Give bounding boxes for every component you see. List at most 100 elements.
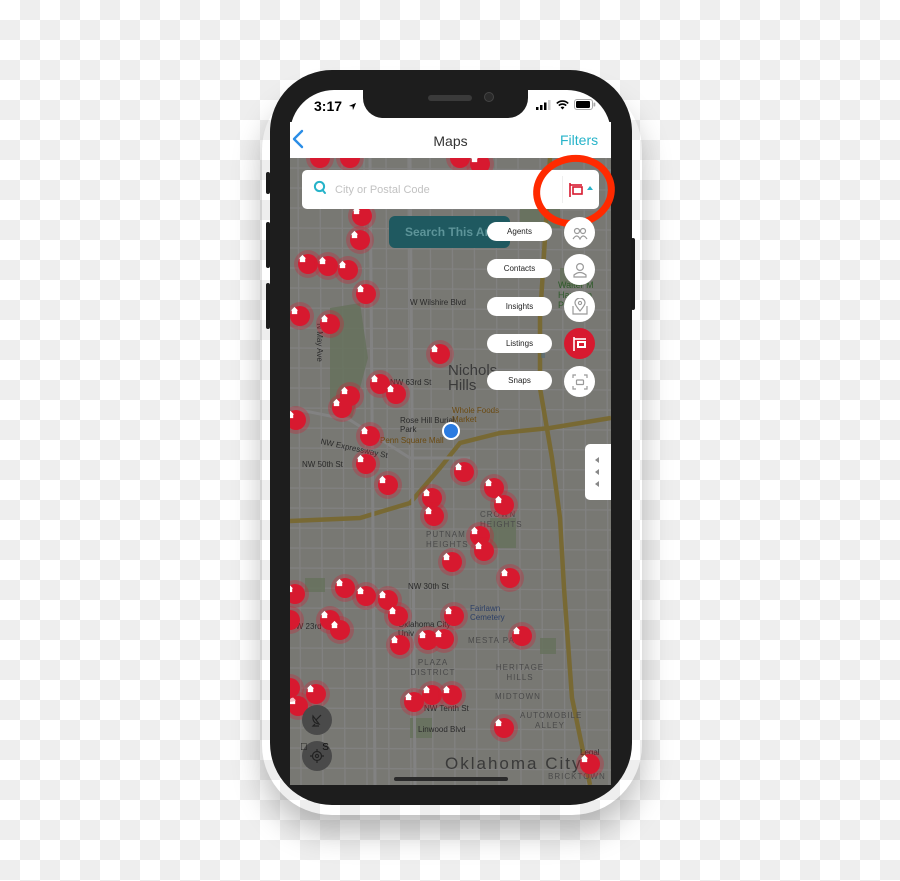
wifi-icon — [556, 99, 569, 109]
map-view[interactable]: W Wilshire Blvd N May Ave Nichols Hills … — [290, 158, 611, 785]
chevron-left-icon — [595, 457, 599, 463]
listing-marker[interactable] — [346, 226, 374, 254]
map-label-penn-square: Penn Square Mall — [380, 436, 444, 445]
listing-marker[interactable] — [438, 548, 466, 576]
filters-button[interactable]: Filters — [560, 132, 598, 148]
listing-marker[interactable] — [420, 502, 448, 530]
chevron-left-icon — [595, 469, 599, 475]
power-button — [631, 238, 635, 310]
house-icon — [442, 552, 462, 572]
house-icon — [356, 284, 376, 304]
map-label-automobile-alley: AUTOMOBILE ALLEY — [520, 711, 583, 730]
house-icon — [454, 462, 474, 482]
satellite-dish-icon — [311, 714, 322, 727]
layer-label-snaps[interactable]: Snaps — [487, 371, 552, 390]
listing-marker[interactable] — [326, 616, 354, 644]
person-icon — [572, 262, 587, 278]
house-icon — [390, 635, 410, 655]
house-icon — [356, 454, 376, 474]
location-arrow-icon — [348, 102, 357, 111]
listing-marker[interactable] — [438, 681, 466, 709]
volume-up-button — [266, 222, 270, 268]
house-icon — [310, 158, 330, 168]
listing-marker[interactable] — [430, 625, 458, 653]
search-icon — [313, 180, 326, 194]
listing-marker[interactable] — [450, 458, 478, 486]
house-icon — [444, 606, 464, 626]
listing-marker[interactable] — [328, 394, 356, 422]
layer-label-agents[interactable]: Agents — [487, 222, 552, 241]
listing-marker[interactable] — [576, 750, 604, 778]
house-icon — [290, 678, 300, 698]
side-drawer-handle[interactable] — [585, 444, 611, 500]
listing-marker[interactable] — [386, 631, 414, 659]
listing-marker[interactable] — [316, 310, 344, 338]
agents-icon — [572, 227, 587, 240]
house-icon — [494, 495, 514, 515]
listing-marker[interactable] — [490, 714, 518, 742]
house-icon — [340, 158, 360, 168]
listing-marker[interactable] — [374, 471, 402, 499]
house-icon — [290, 610, 300, 630]
map-label-plaza-district: PLAZA DISTRICT — [410, 658, 456, 677]
cellular-signal-icon — [536, 99, 551, 110]
front-camera — [484, 92, 494, 102]
house-icon — [430, 344, 450, 364]
listing-marker[interactable] — [352, 450, 380, 478]
house-icon — [378, 475, 398, 495]
time-text: 3:17 — [314, 98, 343, 114]
listing-marker[interactable] — [508, 622, 536, 650]
house-icon — [332, 398, 352, 418]
house-icon — [290, 306, 310, 326]
map-label-whole-foods: Whole Foods Market — [452, 406, 500, 424]
home-indicator — [394, 777, 508, 781]
house-icon — [350, 230, 370, 250]
house-icon — [338, 260, 358, 280]
map-label-midtown: MIDTOWN — [495, 692, 541, 701]
map-label-city: Oklahoma City — [445, 754, 583, 773]
scan-frame-icon — [571, 373, 588, 390]
listing-marker[interactable] — [470, 537, 498, 565]
map-label-heritage-hills: HERITAGE HILLS — [495, 663, 545, 682]
listing-sign-icon — [572, 336, 586, 351]
house-icon — [386, 384, 406, 404]
listing-marker[interactable] — [334, 256, 362, 284]
listing-marker[interactable] — [426, 340, 454, 368]
map-pin-icon — [571, 298, 588, 315]
speaker — [428, 95, 472, 101]
listing-marker[interactable] — [384, 602, 412, 630]
listing-marker[interactable] — [496, 564, 524, 592]
status-icons — [536, 99, 596, 110]
house-icon — [494, 718, 514, 738]
silent-switch — [266, 172, 270, 194]
house-icon — [320, 314, 340, 334]
house-icon — [356, 586, 376, 606]
layer-button-listings[interactable] — [564, 328, 595, 359]
layer-button-snaps[interactable] — [564, 366, 595, 397]
house-icon — [512, 626, 532, 646]
city-postal-search-input[interactable] — [333, 179, 537, 201]
map-label-wilshire: W Wilshire Blvd — [410, 298, 467, 307]
layer-label-contacts[interactable]: Contacts — [487, 259, 552, 278]
layer-label-listings[interactable]: Listings — [487, 334, 552, 353]
listing-marker[interactable] — [352, 280, 380, 308]
house-icon — [424, 506, 444, 526]
apple-icon:  — [300, 742, 308, 753]
listing-marker[interactable] — [356, 422, 384, 450]
map-label-nw50: NW 50th St — [302, 460, 343, 469]
listing-marker[interactable] — [382, 380, 410, 408]
layer-label-insights[interactable]: Insights — [487, 297, 552, 316]
house-icon — [500, 568, 520, 588]
layer-button-contacts[interactable] — [564, 254, 595, 285]
house-icon — [580, 754, 600, 774]
map-label-nw30: NW 30th St — [408, 582, 449, 591]
status-time: 3:17 — [314, 98, 357, 114]
house-icon — [360, 426, 380, 446]
house-icon — [388, 606, 408, 626]
house-icon — [352, 206, 372, 226]
listing-marker[interactable] — [490, 491, 518, 519]
layer-button-insights[interactable] — [564, 291, 595, 322]
notch — [363, 88, 528, 118]
map-mode-button[interactable] — [302, 705, 332, 735]
layer-button-agents[interactable] — [564, 217, 595, 248]
